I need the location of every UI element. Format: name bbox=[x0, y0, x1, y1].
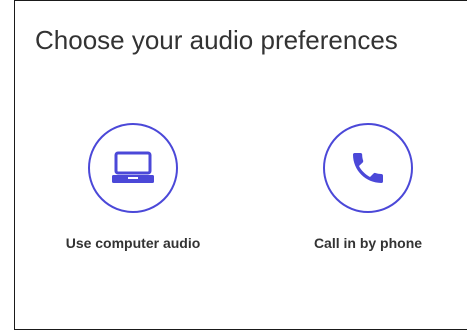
call-in-by-phone-label: Call in by phone bbox=[313, 235, 423, 251]
call-in-by-phone-option[interactable]: Call in by phone bbox=[268, 123, 467, 251]
phone-icon-circle[interactable] bbox=[323, 123, 413, 213]
use-computer-audio-option[interactable]: Use computer audio bbox=[33, 123, 233, 251]
use-computer-audio-label: Use computer audio bbox=[65, 235, 201, 251]
phone-icon bbox=[353, 153, 383, 183]
audio-preferences-dialog: Choose your audio preferences Use comput… bbox=[14, 0, 467, 330]
laptop-icon bbox=[112, 151, 154, 183]
dialog-title: Choose your audio preferences bbox=[35, 25, 398, 55]
computer-audio-icon-circle[interactable] bbox=[88, 123, 178, 213]
